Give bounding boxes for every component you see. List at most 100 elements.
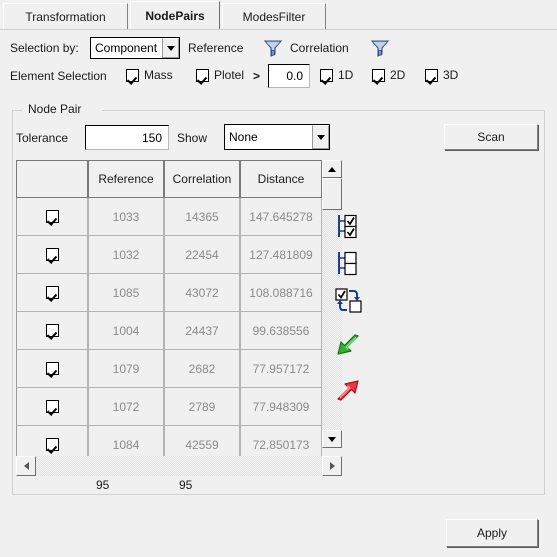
- dim-2d-label: 2D: [390, 68, 406, 82]
- tab-label: ModesFilter: [242, 9, 306, 24]
- tab-bar: Transformation NodePairs ModesFilter: [0, 0, 557, 30]
- table-counts-row: 95 95: [16, 478, 342, 494]
- table-row[interactable]: 1033 14365 147.645278: [16, 198, 322, 236]
- tab-underline: [0, 29, 557, 30]
- cell-correlation: 2789: [164, 388, 240, 426]
- tab-modesfilter[interactable]: ModesFilter: [222, 3, 326, 29]
- deselect-all-icon[interactable]: [334, 249, 368, 282]
- row-checkbox[interactable]: [45, 362, 59, 375]
- row-checkbox-cell[interactable]: [16, 350, 88, 388]
- reference-count: 95: [96, 478, 110, 492]
- select-all-icon[interactable]: [334, 212, 368, 245]
- cell-reference: 1004: [88, 312, 164, 350]
- table-row[interactable]: 1079 2682 77.957172: [16, 350, 322, 388]
- tab-label: NodePairs: [145, 9, 205, 23]
- table-row[interactable]: 1085 43072 108.088716: [16, 274, 322, 312]
- row-checkbox[interactable]: [45, 210, 59, 223]
- mass-checkbox[interactable]: [126, 68, 139, 82]
- show-combo[interactable]: None: [224, 124, 330, 150]
- selection-by-label: Selection by:: [10, 41, 79, 55]
- scan-label: Scan: [477, 130, 505, 144]
- show-value: None: [229, 130, 258, 144]
- plotel-checkbox[interactable]: [196, 68, 209, 82]
- table-header-reference[interactable]: Reference: [88, 160, 164, 198]
- chevron-down-icon[interactable]: [312, 125, 329, 149]
- tolerance-input[interactable]: 150: [85, 125, 169, 150]
- row-checkbox-cell[interactable]: [16, 388, 88, 426]
- cell-correlation: 24437: [164, 312, 240, 350]
- threshold-input[interactable]: 0.0: [268, 64, 310, 88]
- cell-distance: 127.481809: [240, 236, 322, 274]
- row-checkbox-cell[interactable]: [16, 198, 88, 236]
- row-checkbox-cell[interactable]: [16, 312, 88, 350]
- dim-2d-checkbox-group[interactable]: 2D: [372, 68, 405, 82]
- funnel-icon[interactable]: [263, 39, 283, 60]
- scroll-right-button[interactable]: [322, 456, 342, 476]
- triangle-right-icon: [329, 462, 335, 470]
- mass-label: Mass: [144, 68, 173, 82]
- row-checkbox[interactable]: [45, 400, 59, 413]
- dim-3d-checkbox[interactable]: [425, 68, 438, 82]
- table-horizontal-scrollbar[interactable]: [16, 456, 342, 476]
- cell-correlation: 14365: [164, 198, 240, 236]
- triangle-down-icon: [328, 436, 336, 442]
- plotel-checkbox-group[interactable]: Plotel: [196, 68, 244, 82]
- scroll-down-button[interactable]: [322, 430, 342, 448]
- row-checkbox[interactable]: [45, 286, 59, 299]
- mass-checkbox-group[interactable]: Mass: [126, 68, 173, 82]
- dim-1d-label: 1D: [338, 68, 354, 82]
- scroll-up-button[interactable]: [322, 160, 342, 178]
- cell-correlation: 43072: [164, 274, 240, 312]
- cell-reference: 1032: [88, 236, 164, 274]
- cell-distance: 77.948309: [240, 388, 322, 426]
- dim-3d-checkbox-group[interactable]: 3D: [425, 68, 458, 82]
- chevron-down-icon[interactable]: [162, 38, 179, 58]
- dim-1d-checkbox-group[interactable]: 1D: [320, 68, 353, 82]
- table-row[interactable]: 1072 2789 77.948309: [16, 388, 322, 426]
- selection-by-combo[interactable]: Component: [90, 37, 180, 59]
- tolerance-label: Tolerance: [16, 131, 69, 145]
- triangle-left-icon: [23, 462, 29, 470]
- row-checkbox[interactable]: [45, 324, 59, 337]
- apply-button[interactable]: Apply: [446, 519, 538, 547]
- horizontal-scroll-track[interactable]: [36, 456, 322, 476]
- tab-label: Transformation: [25, 9, 106, 24]
- cell-reference: 1079: [88, 350, 164, 388]
- table-header-distance[interactable]: Distance: [240, 160, 322, 198]
- invert-selection-icon[interactable]: [334, 286, 368, 319]
- row-checkbox-cell[interactable]: [16, 274, 88, 312]
- selection-by-row: Selection by:: [10, 38, 79, 58]
- selection-by-value: Component: [95, 41, 158, 55]
- scroll-left-button[interactable]: [16, 456, 36, 476]
- cell-reference: 1072: [88, 388, 164, 426]
- table-header-correlation[interactable]: Correlation: [164, 160, 240, 198]
- tab-nodepairs[interactable]: NodePairs: [130, 1, 220, 30]
- reference-label: Reference: [188, 41, 244, 55]
- dim-3d-label: 3D: [443, 68, 459, 82]
- row-checkbox[interactable]: [45, 248, 59, 261]
- table-row[interactable]: 1032 22454 127.481809: [16, 236, 322, 274]
- show-label: Show: [177, 131, 208, 145]
- dim-2d-checkbox[interactable]: [372, 68, 385, 82]
- cell-reference: 1085: [88, 274, 164, 312]
- vertical-scroll-thumb[interactable]: [322, 178, 342, 210]
- dim-1d-checkbox[interactable]: [320, 68, 333, 82]
- greater-than-symbol: >: [253, 69, 261, 83]
- funnel-icon[interactable]: [370, 39, 390, 60]
- element-selection-label: Element Selection: [10, 69, 107, 83]
- table-header-check[interactable]: [16, 160, 88, 198]
- cell-distance: 147.645278: [240, 198, 322, 236]
- apply-label: Apply: [476, 526, 508, 540]
- red-arrow-icon[interactable]: [334, 376, 368, 405]
- node-pair-group-title: Node Pair: [24, 102, 86, 116]
- cell-distance: 99.638556: [240, 312, 322, 350]
- row-checkbox-cell[interactable]: [16, 236, 88, 274]
- cell-distance: 108.088716: [240, 274, 322, 312]
- plotel-label: Plotel: [214, 68, 245, 82]
- scan-button[interactable]: Scan: [444, 124, 538, 150]
- table-row[interactable]: 1004 24437 99.638556: [16, 312, 322, 350]
- row-checkbox[interactable]: [45, 438, 59, 451]
- tab-transformation[interactable]: Transformation: [3, 3, 128, 29]
- selection-tools: [334, 212, 368, 409]
- green-arrow-icon[interactable]: [334, 333, 368, 362]
